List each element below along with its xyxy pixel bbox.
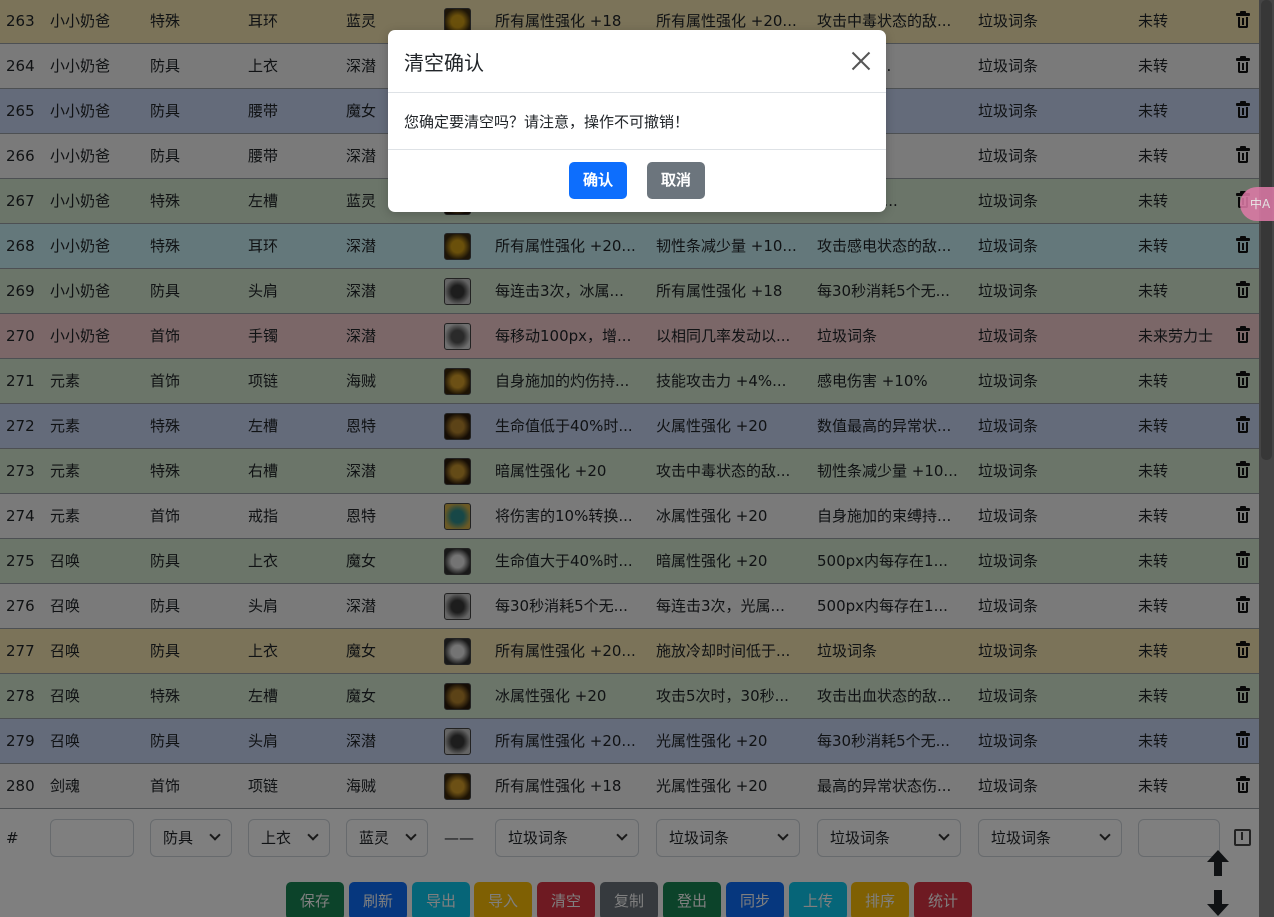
- divider: [388, 92, 886, 93]
- cancel-button[interactable]: 取消: [647, 162, 705, 199]
- dialog-title: 清空确认: [404, 51, 484, 75]
- close-icon[interactable]: [851, 51, 871, 71]
- confirm-button[interactable]: 确认: [569, 162, 627, 199]
- floating-badge[interactable]: 中A: [1240, 187, 1274, 221]
- page: 263小小奶爸特殊耳环蓝灵所有属性强化 +18所有属性强化 +20...攻击中毒…: [0, 0, 1274, 917]
- clear-confirm-dialog: 清空确认 您确定要清空吗？请注意，操作不可撤销！ 确认 取消: [388, 30, 886, 212]
- dialog-message: 您确定要清空吗？请注意，操作不可撤销！: [404, 113, 690, 131]
- divider: [388, 149, 886, 150]
